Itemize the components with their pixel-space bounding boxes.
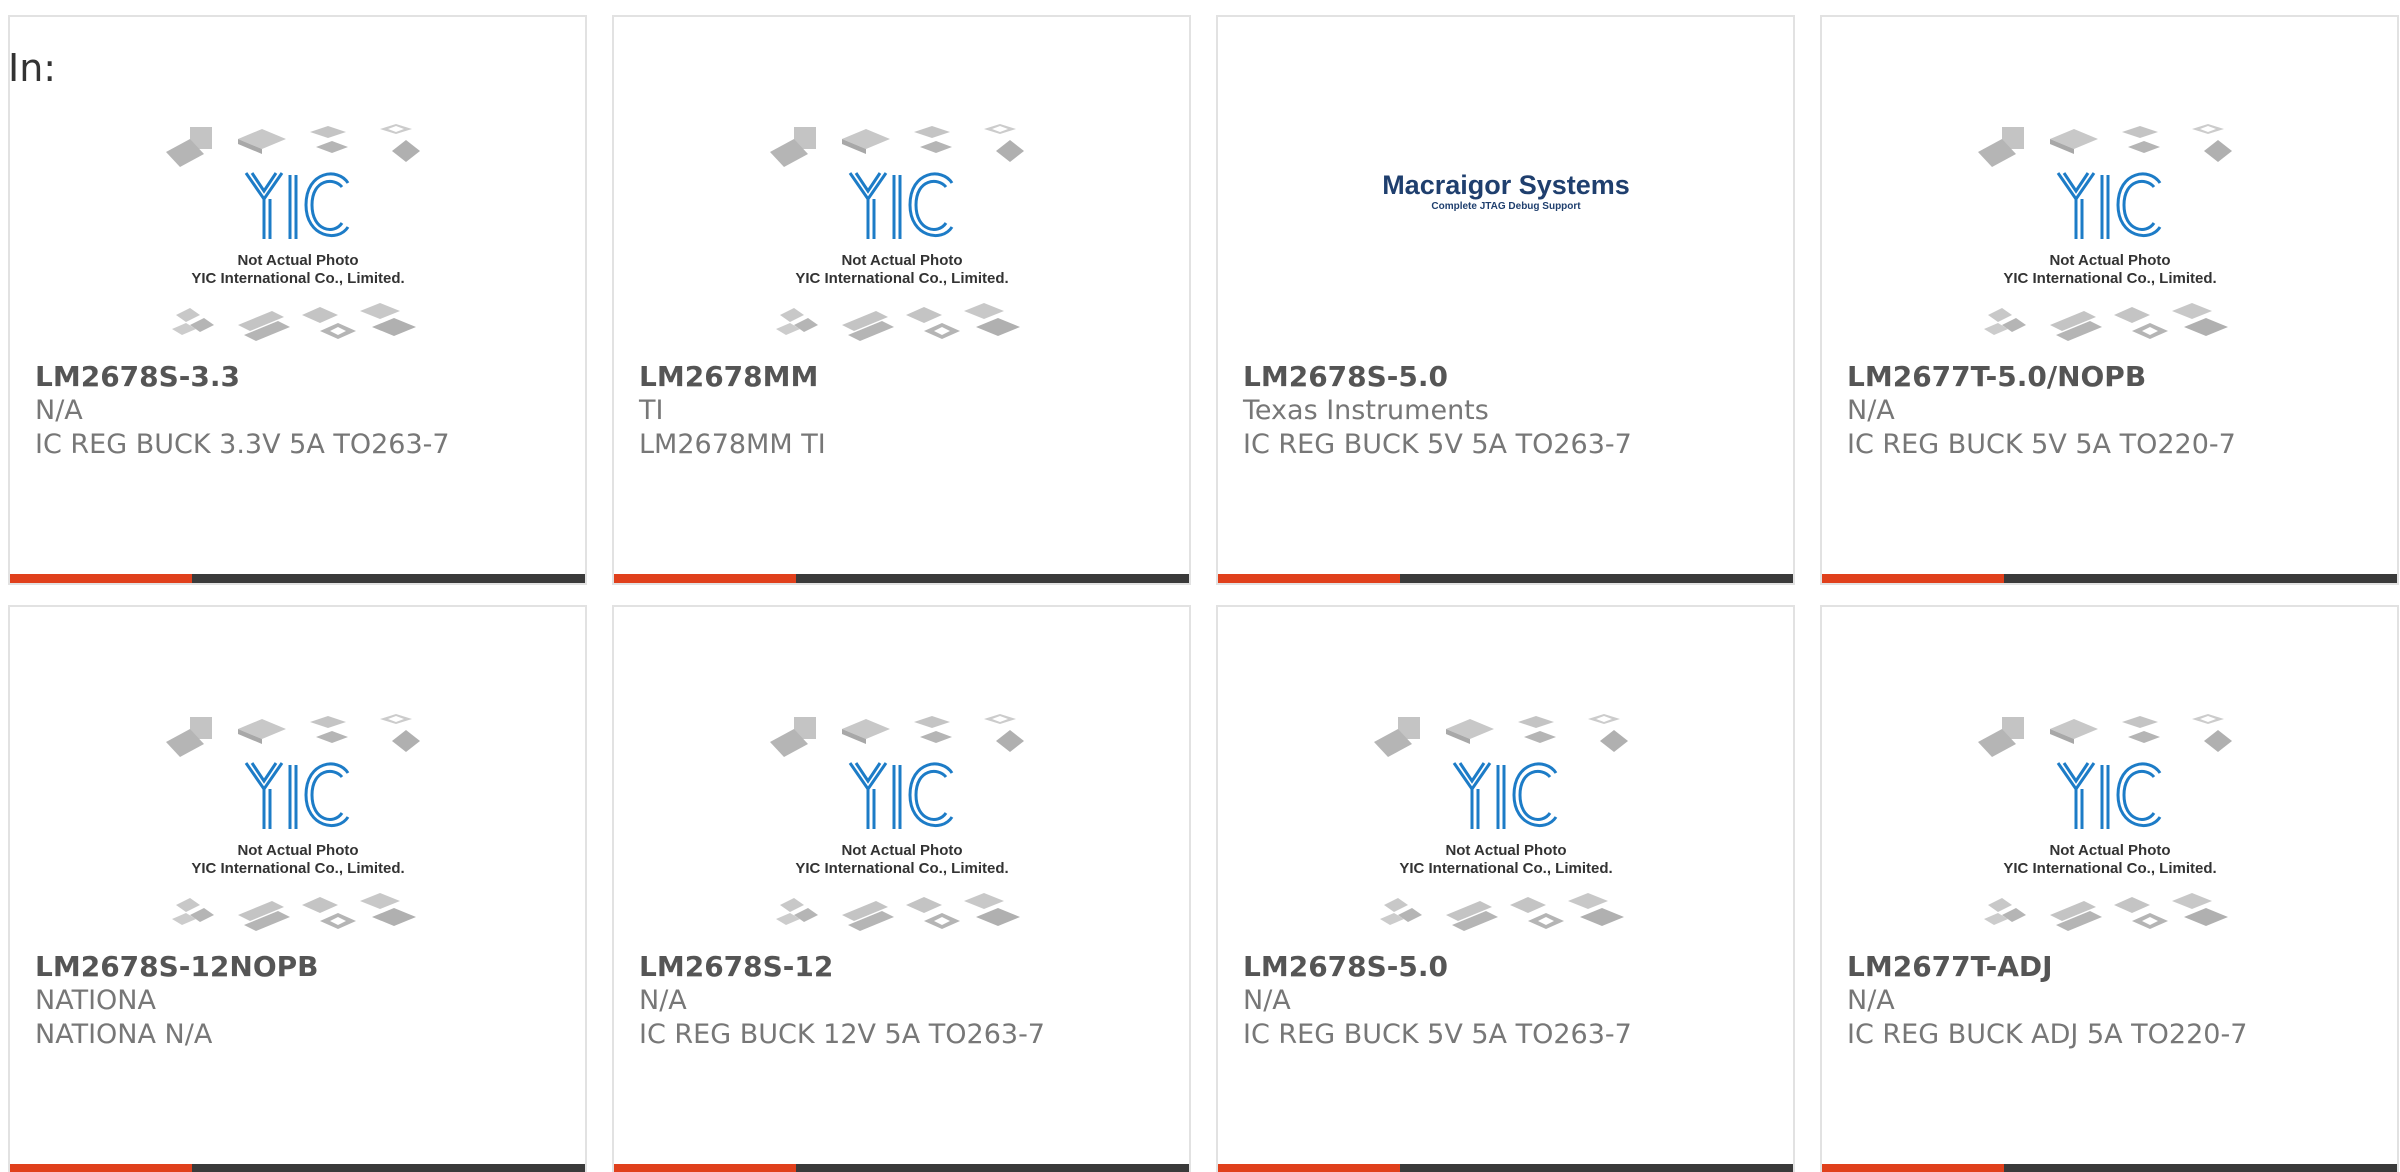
chip-cluster-bottom-icon	[172, 893, 416, 931]
description: IC REG BUCK 12V 5A TO263-7	[639, 1019, 1045, 1050]
part-number[interactable]: LM2677T-ADJ	[1847, 950, 2053, 983]
card-footer-accent	[1822, 574, 2004, 583]
product-image: Not Actual Photo YIC International Co., …	[614, 677, 1189, 947]
manufacturer: TI	[639, 395, 664, 426]
product-card[interactable]: Not Actual Photo YIC International Co., …	[1820, 605, 2399, 1172]
part-number[interactable]: LM2678S-3.3	[35, 360, 240, 393]
placeholder-line2: YIC International Co., Limited.	[1399, 860, 1612, 877]
chip-cluster-bottom-icon	[776, 893, 1020, 931]
yic-logo-icon	[244, 762, 350, 829]
filter-label: In:	[8, 46, 57, 90]
product-image: Not Actual Photo YIC International Co., …	[10, 87, 585, 357]
description: IC REG BUCK ADJ 5A TO220-7	[1847, 1019, 2248, 1050]
product-card[interactable]: Not Actual Photo YIC International Co., …	[8, 15, 587, 585]
placeholder-line2: YIC International Co., Limited.	[2003, 860, 2216, 877]
product-card[interactable]: Not Actual Photo YIC International Co., …	[612, 605, 1191, 1172]
card-footer-bar	[1218, 574, 1793, 583]
product-image: Not Actual Photo YIC International Co., …	[10, 677, 585, 947]
chip-cluster-bottom-icon	[172, 303, 416, 341]
chip-cluster-top-icon	[1374, 714, 1628, 757]
part-number[interactable]: LM2677T-5.0/NOPB	[1847, 360, 2146, 393]
product-card[interactable]: Macraigor Systems Complete JTAG Debug Su…	[1216, 15, 1795, 585]
part-number[interactable]: LM2678S-12NOPB	[35, 950, 319, 983]
part-number[interactable]: LM2678S-12	[639, 950, 833, 983]
card-footer-bar	[1822, 574, 2397, 583]
product-image: Not Actual Photo YIC International Co., …	[1218, 677, 1793, 947]
product-image: Not Actual Photo YIC International Co., …	[614, 87, 1189, 357]
yic-logo-icon	[848, 762, 954, 829]
yic-logo-icon	[1452, 762, 1558, 829]
placeholder-line2: YIC International Co., Limited.	[191, 270, 404, 287]
chip-cluster-bottom-icon	[1984, 893, 2228, 931]
card-footer-accent	[614, 574, 796, 583]
card-footer-accent	[1822, 1164, 2004, 1172]
product-grid: Not Actual Photo YIC International Co., …	[8, 15, 2400, 1172]
chip-cluster-top-icon	[770, 714, 1024, 757]
description: LM2678MM TI	[639, 429, 826, 460]
chip-cluster-bottom-icon	[1984, 303, 2228, 341]
description: IC REG BUCK 5V 5A TO220-7	[1847, 429, 2236, 460]
macraigor-logo-icon: Macraigor Systems Complete JTAG Debug Su…	[1382, 170, 1630, 212]
placeholder-line2: YIC International Co., Limited.	[795, 860, 1008, 877]
product-card[interactable]: Not Actual Photo YIC International Co., …	[612, 15, 1191, 585]
product-card[interactable]: Not Actual Photo YIC International Co., …	[8, 605, 587, 1172]
card-footer-accent	[10, 574, 192, 583]
manufacturer: NATIONA	[35, 985, 156, 1016]
card-footer-bar	[614, 1164, 1189, 1172]
description: IC REG BUCK 5V 5A TO263-7	[1243, 1019, 1632, 1050]
card-footer-bar	[10, 574, 585, 583]
part-number[interactable]: LM2678S-5.0	[1243, 950, 1448, 983]
placeholder-line1: Not Actual Photo	[841, 842, 962, 859]
placeholder-line2: YIC International Co., Limited.	[191, 860, 404, 877]
yic-logo-icon	[848, 172, 954, 239]
yic-logo-icon	[2056, 172, 2162, 239]
card-footer-accent	[10, 1164, 192, 1172]
part-number[interactable]: LM2678S-5.0	[1243, 360, 1448, 393]
placeholder-line1: Not Actual Photo	[2049, 842, 2170, 859]
manufacturer: N/A	[1243, 985, 1291, 1016]
product-image: Not Actual Photo YIC International Co., …	[1822, 677, 2397, 947]
part-number[interactable]: LM2678MM	[639, 360, 818, 393]
chip-cluster-top-icon	[166, 714, 420, 757]
product-card[interactable]: Not Actual Photo YIC International Co., …	[1820, 15, 2399, 585]
product-image: Macraigor Systems Complete JTAG Debug Su…	[1218, 87, 1793, 357]
manufacturer: N/A	[639, 985, 687, 1016]
page: In: Not Actual Photo YIC International C…	[0, 0, 2400, 1172]
placeholder-line1: Not Actual Photo	[2049, 252, 2170, 269]
yic-logo-icon	[2056, 762, 2162, 829]
chip-cluster-bottom-icon	[776, 303, 1020, 341]
chip-cluster-top-icon	[1978, 124, 2232, 167]
chip-cluster-top-icon	[770, 124, 1024, 167]
placeholder-line1: Not Actual Photo	[237, 252, 358, 269]
manufacturer: Texas Instruments	[1243, 395, 1489, 426]
description: NATIONA N/A	[35, 1019, 213, 1050]
macraigor-logo-title: Macraigor Systems	[1382, 170, 1630, 200]
card-footer-bar	[1218, 1164, 1793, 1172]
placeholder-line1: Not Actual Photo	[841, 252, 962, 269]
card-footer-accent	[1218, 1164, 1400, 1172]
manufacturer: N/A	[1847, 985, 1895, 1016]
manufacturer: N/A	[1847, 395, 1895, 426]
chip-cluster-top-icon	[166, 124, 420, 167]
product-card[interactable]: Not Actual Photo YIC International Co., …	[1216, 605, 1795, 1172]
description: IC REG BUCK 3.3V 5A TO263-7	[35, 429, 450, 460]
placeholder-line1: Not Actual Photo	[1445, 842, 1566, 859]
placeholder-line2: YIC International Co., Limited.	[795, 270, 1008, 287]
product-image: Not Actual Photo YIC International Co., …	[1822, 87, 2397, 357]
card-footer-bar	[10, 1164, 585, 1172]
placeholder-line1: Not Actual Photo	[237, 842, 358, 859]
manufacturer: N/A	[35, 395, 83, 426]
card-footer-accent	[1218, 574, 1400, 583]
placeholder-line2: YIC International Co., Limited.	[2003, 270, 2216, 287]
card-footer-bar	[1822, 1164, 2397, 1172]
card-footer-accent	[614, 1164, 796, 1172]
chip-cluster-bottom-icon	[1380, 893, 1624, 931]
description: IC REG BUCK 5V 5A TO263-7	[1243, 429, 1632, 460]
yic-logo-icon	[244, 172, 350, 239]
chip-cluster-top-icon	[1978, 714, 2232, 757]
card-footer-bar	[614, 574, 1189, 583]
macraigor-logo-tagline: Complete JTAG Debug Support	[1431, 201, 1581, 212]
